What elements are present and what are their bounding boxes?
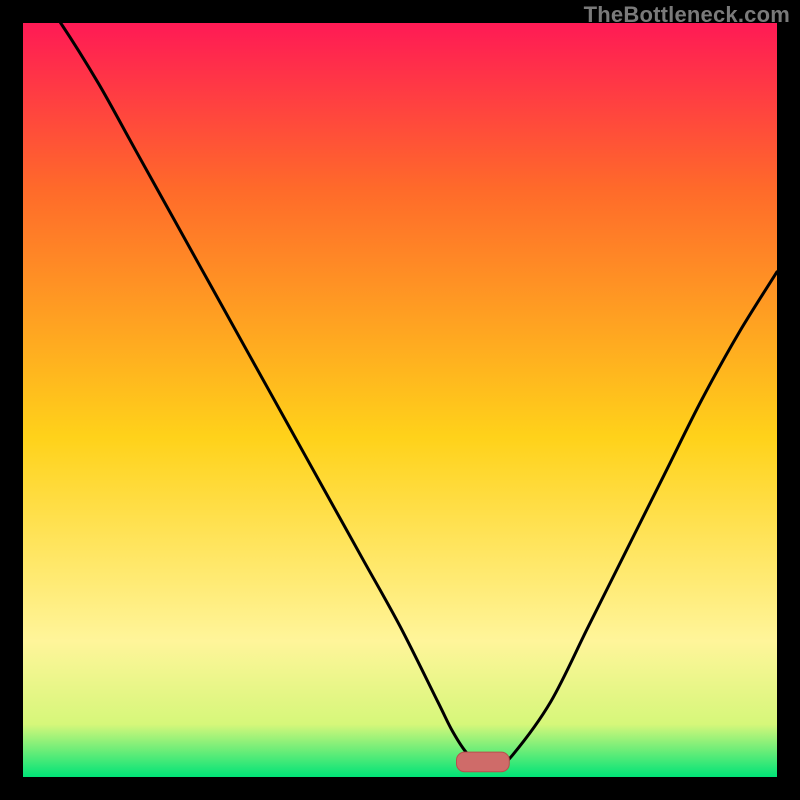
- gradient-background: [23, 23, 777, 777]
- chart-frame: TheBottleneck.com: [0, 0, 800, 800]
- watermark-text: TheBottleneck.com: [584, 2, 790, 28]
- optimal-marker: [457, 752, 510, 772]
- bottleneck-chart: [23, 23, 777, 777]
